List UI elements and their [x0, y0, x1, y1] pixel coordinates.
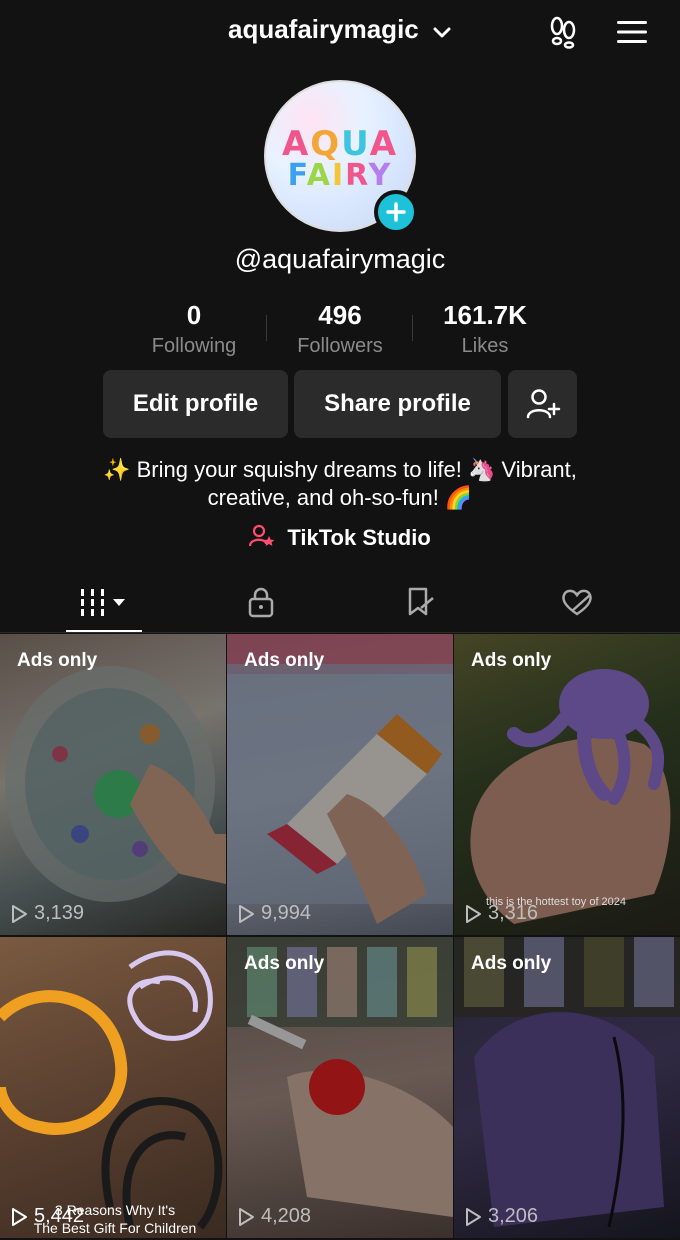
ads-only-badge: Ads only: [471, 953, 552, 974]
stat-label: Likes: [461, 335, 509, 357]
stat-value: 0: [186, 300, 202, 330]
add-friends-button[interactable]: [508, 370, 577, 438]
video-tile[interactable]: Ads only 9,994: [227, 634, 453, 935]
view-count-value: 9,994: [261, 902, 312, 924]
view-count-value: 4,208: [261, 1205, 312, 1227]
thumbnail-overlay: [454, 634, 680, 935]
stat-label: Followers: [297, 335, 383, 357]
video-tile[interactable]: Ads only this is the hottest toy of 2024…: [454, 634, 680, 935]
add-photo-button[interactable]: [374, 190, 418, 234]
stat-value: 496: [318, 300, 362, 330]
stat-divider: [266, 315, 267, 341]
studio-label: TikTok Studio: [287, 524, 431, 550]
view-count: 3,139: [10, 902, 84, 925]
stat-following[interactable]: 0 Following: [129, 298, 259, 360]
stat-divider: [412, 315, 413, 341]
play-icon: [12, 1207, 27, 1226]
tab-videos[interactable]: [66, 572, 142, 632]
tab-liked[interactable]: [552, 572, 602, 632]
liked-heart-icon: [562, 589, 592, 616]
stat-likes[interactable]: 161.7K Likes: [420, 298, 550, 360]
bookmark-icon: [408, 587, 434, 616]
share-profile-button[interactable]: Share profile: [294, 370, 501, 438]
video-tile[interactable]: Ads only 4,208: [227, 937, 453, 1238]
footprint-icon[interactable]: [545, 14, 581, 50]
add-person-icon: [526, 389, 560, 419]
bio-line: ✨ Bring your squishy dreams to life! 🦄 V…: [103, 457, 577, 482]
chevron-down-icon: [432, 16, 452, 47]
video-tile[interactable]: Ads only 3,139: [0, 634, 226, 935]
stat-value: 161.7K: [443, 300, 527, 330]
play-icon: [239, 1207, 254, 1226]
ads-only-badge: Ads only: [17, 650, 98, 671]
thumbnail-overlay: [227, 634, 453, 935]
divider: [0, 632, 680, 633]
account-name: aquafairymagic: [228, 14, 419, 44]
profile-tabs: [0, 572, 680, 634]
view-count-value: 3,316: [488, 902, 539, 924]
view-count: 4,208: [237, 1205, 311, 1228]
view-count-value: 3,139: [34, 902, 85, 924]
profile-bio: ✨ Bring your squishy dreams to life! 🦄 V…: [60, 456, 620, 512]
thumbnail-overlay: [454, 937, 680, 1238]
stat-followers[interactable]: 496 Followers: [275, 298, 405, 360]
stat-label: Following: [151, 335, 237, 357]
ads-only-badge: Ads only: [244, 953, 325, 974]
studio-icon: [249, 524, 275, 554]
plus-icon: [386, 202, 406, 222]
grid-icon: [81, 589, 125, 616]
video-tile[interactable]: Ads only 3,206: [454, 937, 680, 1238]
bio-line: creative, and oh-so-fun! 🌈: [207, 485, 473, 510]
video-tile[interactable]: 3 Reasons Why It's The Best Gift For Chi…: [0, 937, 226, 1238]
profile-handle: @aquafairymagic: [234, 244, 446, 274]
view-count: 3,206: [464, 1205, 538, 1228]
view-count: 5,442: [10, 1205, 84, 1228]
top-bar: aquafairymagic: [0, 0, 680, 64]
play-icon: [466, 1207, 481, 1226]
view-count-value: 5,442: [34, 1205, 85, 1227]
hamburger-menu-icon[interactable]: [614, 14, 650, 50]
lock-icon: [248, 587, 274, 618]
avatar-logo-line2: FAIRY: [287, 158, 393, 193]
thumbnail-overlay: [227, 937, 453, 1238]
edit-profile-button[interactable]: Edit profile: [103, 370, 288, 438]
ads-only-badge: Ads only: [244, 650, 325, 671]
play-icon: [12, 904, 27, 923]
play-icon: [239, 904, 254, 923]
view-count-value: 3,206: [488, 1205, 539, 1227]
thumbnail-overlay: [0, 634, 226, 935]
tab-private[interactable]: [236, 572, 286, 632]
tiktok-studio-link[interactable]: TikTok Studio: [0, 524, 680, 554]
ads-only-badge: Ads only: [471, 650, 552, 671]
view-count: 9,994: [237, 902, 311, 925]
video-thumbnail: [0, 950, 223, 1230]
view-count: 3,316: [464, 902, 538, 925]
play-icon: [466, 904, 481, 923]
tab-favorites[interactable]: [395, 572, 445, 632]
